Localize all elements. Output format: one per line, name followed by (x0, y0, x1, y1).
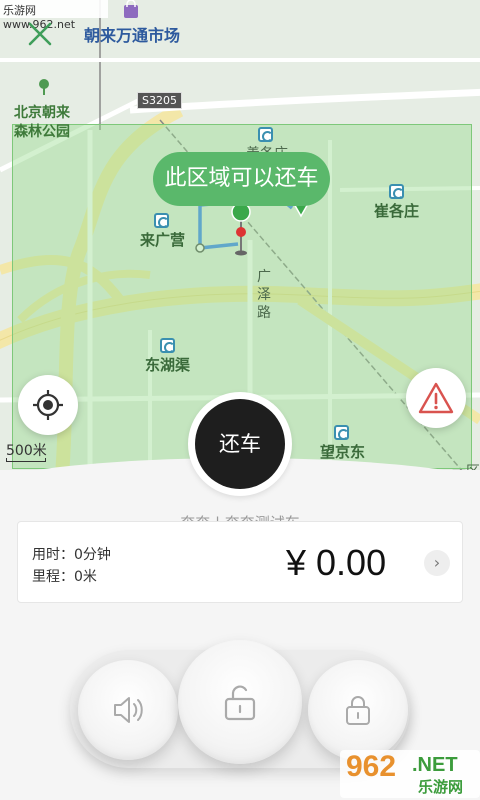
close-icon[interactable] (26, 20, 54, 48)
map-label-road-char: 路 (257, 305, 271, 321)
horn-button[interactable] (78, 660, 178, 760)
brand-net: .NET (412, 754, 458, 776)
trip-price: ¥ 0.00 (286, 542, 387, 583)
trip-distance: 里程：0米 (32, 569, 97, 585)
return-car-button[interactable]: 还车 (195, 399, 285, 489)
speaker-icon (114, 697, 143, 723)
metro-icon (389, 184, 404, 199)
brand-digits: 962 (346, 750, 397, 783)
metro-icon (154, 213, 169, 228)
trip-duration: 用时：0分钟 (32, 547, 111, 563)
map-label-road-char: 广 (257, 269, 271, 285)
warning-icon (418, 382, 454, 414)
map-label-donghuqu: 东湖渠 (145, 356, 191, 374)
road-code-badge: S3205 (137, 92, 182, 109)
metro-icon (258, 127, 273, 142)
return-zone-tooltip: 此区域可以还车 (153, 152, 330, 206)
trip-info-card[interactable]: 用时：0分钟 里程：0米 ¥ 0.00 › (17, 521, 463, 603)
unlock-icon (224, 685, 256, 721)
park-icon (39, 79, 49, 95)
brand-watermark: 962 .NET 乐游网 (340, 748, 480, 800)
map-label-park-2: 森林公园 (14, 124, 70, 140)
map-label-poi: 朝来万通市场 (84, 26, 181, 45)
shopping-bag-icon (124, 0, 138, 18)
chevron-right-icon[interactable]: › (424, 550, 450, 576)
lock-button[interactable] (308, 660, 408, 760)
metro-icon (334, 425, 349, 440)
locate-icon (33, 390, 63, 420)
map-label-cuigezhuang: 崔各庄 (374, 202, 420, 220)
brand-cn: 乐游网 (418, 778, 464, 796)
site-watermark: 乐游网 www.962.net (0, 0, 108, 31)
map-label-park-1: 北京朝来 (14, 105, 70, 121)
map-label-laiguangying: 来广营 (140, 231, 186, 249)
locate-button[interactable] (18, 375, 78, 435)
map-label-road-char: 泽 (257, 287, 271, 303)
unlock-button[interactable] (178, 640, 302, 764)
current-location-pin-icon (231, 202, 251, 256)
metro-icon (160, 338, 175, 353)
report-issue-button[interactable] (406, 368, 466, 428)
lock-icon (346, 696, 370, 725)
